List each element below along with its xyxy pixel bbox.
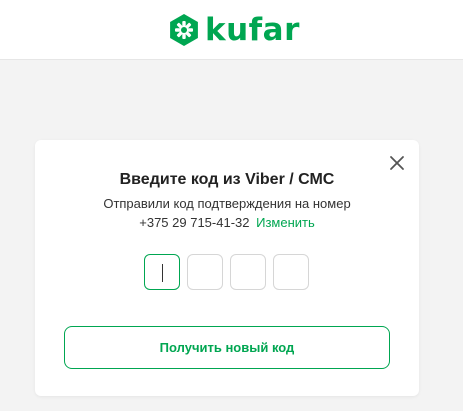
code-digit-2[interactable] xyxy=(187,254,223,290)
logo-text: kufar xyxy=(205,12,300,48)
modal-title: Введите код из Viber / СМС xyxy=(119,171,335,188)
code-digit-1[interactable] xyxy=(144,254,180,290)
resend-code-button[interactable]: Получить новый код xyxy=(64,326,390,369)
top-header: kufar xyxy=(0,0,463,60)
kufar-logo[interactable]: kufar xyxy=(167,12,300,48)
text-caret xyxy=(162,264,163,282)
modal-subtitle: Отправили код подтверждения на номер xyxy=(103,196,351,211)
phone-number: +375 29 715-41-32 xyxy=(139,215,250,230)
code-input-row xyxy=(144,254,309,290)
code-digit-3[interactable] xyxy=(230,254,266,290)
phone-line: +375 29 715-41-32 Изменить xyxy=(35,215,419,230)
kufar-logo-icon xyxy=(170,14,198,46)
change-phone-link[interactable]: Изменить xyxy=(256,215,315,230)
verification-modal: Введите код из Viber / СМС Отправили код… xyxy=(35,140,419,396)
code-digit-4[interactable] xyxy=(273,254,309,290)
close-icon[interactable] xyxy=(388,154,406,172)
